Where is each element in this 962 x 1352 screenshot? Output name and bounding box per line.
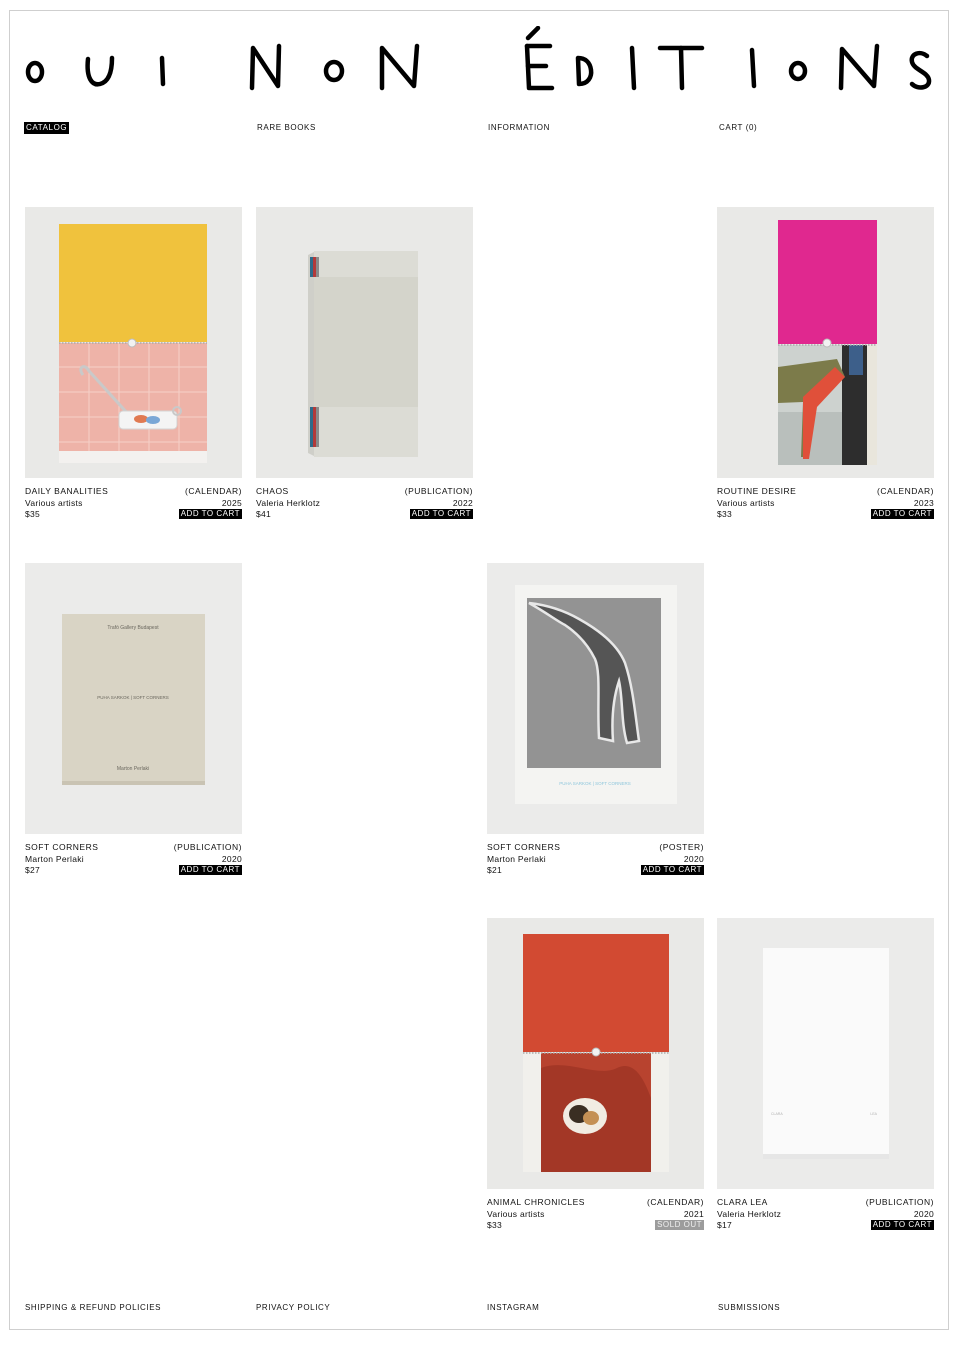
product-type: (PUBLICATION): [865, 1197, 934, 1207]
nav-rare-books-link[interactable]: RARE BOOKS: [255, 122, 318, 134]
product-title: DAILY BANALITIES: [25, 486, 109, 496]
product-card[interactable]: Trafó Gallery Budapest PUHA SARKOK | SOF…: [25, 563, 242, 877]
footer-privacy-link[interactable]: PRIVACY POLICY: [256, 1303, 330, 1313]
product-artist: Valeria Herklotz: [256, 497, 321, 508]
cover-top-text: Trafó Gallery Budapest: [107, 625, 159, 631]
product-type: (CALENDAR): [647, 1197, 704, 1207]
product-card[interactable]: ROUTINE DESIRE (CALENDAR) Various artists…: [717, 207, 934, 521]
product-card[interactable]: CHAOS (PUBLICATION) Valeria Herklotz 2022 …: [256, 207, 473, 521]
add-to-cart-button[interactable]: ADD TO CART: [178, 865, 242, 875]
product-price: $35: [25, 509, 41, 519]
product-card[interactable]: CLARA LEA CLARA LEA (PUBLICATION) Valeria…: [717, 918, 934, 1232]
cover-bottom-text: Marton Perlaki: [117, 766, 149, 772]
product-image[interactable]: [717, 207, 934, 478]
add-to-cart-button[interactable]: ADD TO CART: [870, 509, 934, 519]
footer-instagram-link[interactable]: INSTAGRAM: [487, 1303, 539, 1313]
brand-logo[interactable]: [22, 26, 937, 100]
product-year: 2020: [221, 853, 242, 864]
product-image[interactable]: PUHA SARKOK | SOFT CORNERS: [487, 563, 704, 834]
product-year: 2023: [913, 497, 934, 508]
product-artist: Various artists: [25, 497, 83, 508]
product-price: $17: [717, 1220, 733, 1230]
product-year: 2021: [683, 1208, 704, 1219]
product-year: 2025: [221, 497, 242, 508]
product-image[interactable]: [256, 207, 473, 478]
poster-caption: PUHA SARKOK | SOFT CORNERS: [559, 781, 631, 786]
product-year: 2022: [452, 497, 473, 508]
product-title: CHAOS: [256, 486, 289, 496]
main-nav: CATALOG RARE BOOKS INFORMATION CART (0): [0, 122, 962, 134]
product-price: $27: [25, 865, 41, 875]
product-price: $41: [256, 509, 272, 519]
product-year: 2020: [913, 1208, 934, 1219]
product-card[interactable]: PUHA SARKOK | SOFT CORNERS SOFT CORNERS (…: [487, 563, 704, 877]
sold-out-badge: SOLD OUT: [655, 1220, 704, 1230]
product-year: 2020: [683, 853, 704, 864]
cover-right-text: LEA: [870, 1112, 877, 1116]
product-artist: Marton Perlaki: [487, 853, 546, 864]
product-price: $33: [717, 509, 733, 519]
product-image[interactable]: [487, 918, 704, 1189]
product-artist: Various artists: [717, 497, 775, 508]
add-to-cart-button[interactable]: ADD TO CART: [870, 1220, 934, 1230]
product-card[interactable]: ANIMAL CHRONICLES (CALENDAR) Various arti…: [487, 918, 704, 1232]
product-type: (CALENDAR): [185, 486, 242, 496]
cover-left-text: CLARA: [771, 1112, 783, 1116]
product-title: ROUTINE DESIRE: [717, 486, 797, 496]
product-image[interactable]: Trafó Gallery Budapest PUHA SARKOK | SOF…: [25, 563, 242, 834]
nav-information-link[interactable]: INFORMATION: [486, 122, 552, 134]
product-card[interactable]: DAILY BANALITIES (CALENDAR) Various artis…: [25, 207, 242, 521]
product-title: SOFT CORNERS: [25, 842, 99, 852]
add-to-cart-button[interactable]: ADD TO CART: [409, 509, 473, 519]
product-artist: Valeria Herklotz: [717, 1208, 782, 1219]
nav-catalog-link[interactable]: CATALOG: [24, 122, 70, 134]
product-title: ANIMAL CHRONICLES: [487, 1197, 585, 1207]
product-title: CLARA LEA: [717, 1197, 768, 1207]
product-price: $21: [487, 865, 503, 875]
product-type: (POSTER): [659, 842, 704, 852]
add-to-cart-button[interactable]: ADD TO CART: [640, 865, 704, 875]
product-type: (CALENDAR): [877, 486, 934, 496]
footer-shipping-link[interactable]: SHIPPING & REFUND POLICIES: [25, 1303, 161, 1313]
nav-cart-link[interactable]: CART (0): [717, 122, 759, 134]
product-image[interactable]: [25, 207, 242, 478]
cover-middle-text: PUHA SARKOK | SOFT CORNERS: [97, 695, 169, 700]
product-artist: Marton Perlaki: [25, 853, 84, 864]
product-artist: Various artists: [487, 1208, 545, 1219]
product-type: (PUBLICATION): [404, 486, 473, 496]
product-type: (PUBLICATION): [173, 842, 242, 852]
add-to-cart-button[interactable]: ADD TO CART: [178, 509, 242, 519]
product-price: $33: [487, 1220, 503, 1230]
product-image[interactable]: CLARA LEA: [717, 918, 934, 1189]
footer-submissions-link[interactable]: SUBMISSIONS: [718, 1303, 780, 1313]
product-title: SOFT CORNERS: [487, 842, 561, 852]
